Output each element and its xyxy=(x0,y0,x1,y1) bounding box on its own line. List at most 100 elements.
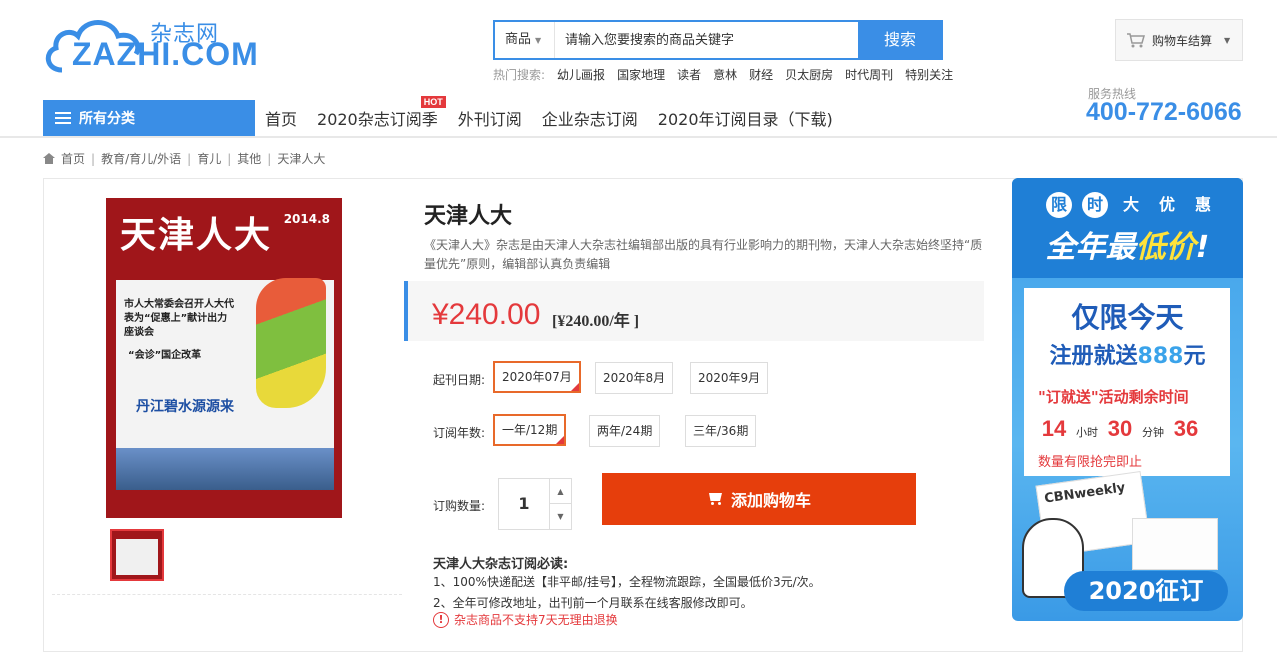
magazine-cover-image[interactable]: 天津人大 2014.8 市人大常委会召开人大代表为“促惠上”献计出力座谈会 “会… xyxy=(106,198,342,518)
cover-issue: 2014.8 xyxy=(283,212,330,226)
nav-item-2020-season[interactable]: 2020杂志订阅季 HOT xyxy=(307,96,448,130)
nav-item-home[interactable]: 首页 xyxy=(255,106,307,130)
banner-pill: 2020征订 xyxy=(1064,571,1228,611)
nav-item-foreign[interactable]: 外刊订阅 xyxy=(448,106,532,130)
line2-part: 元 xyxy=(1183,344,1206,369)
site-logo[interactable]: 杂志网 ZAZHI.COM xyxy=(42,14,258,76)
nav-item-catalog[interactable]: 2020年订阅目录（下载) xyxy=(648,106,843,130)
hot-label: 热门搜索: xyxy=(493,68,546,82)
years-option[interactable]: 三年/36期 xyxy=(685,415,757,447)
search-input[interactable] xyxy=(555,22,858,58)
headline-highlight: 低价 xyxy=(1135,230,1196,265)
banner-limited-note: 数量有限抢完即止 xyxy=(1038,455,1143,470)
product-title: 天津人大 xyxy=(424,204,513,229)
years-option[interactable]: 两年/24期 xyxy=(589,415,661,447)
main-nav: 首页 2020杂志订阅季 HOT 外刊订阅 企业杂志订阅 2020年订阅目录（下载… xyxy=(255,96,843,136)
add-to-cart-label: 添加购物车 xyxy=(730,491,811,510)
banner-char: 优 xyxy=(1158,195,1175,214)
logo-en: ZAZHI.COM xyxy=(72,36,259,72)
hot-link[interactable]: 读者 xyxy=(677,66,701,83)
banner-char: 惠 xyxy=(1194,195,1211,214)
all-categories-button[interactable]: 所有分类 xyxy=(43,100,255,136)
banner-char: 时 xyxy=(1082,192,1108,218)
cover-headline-1: 市人大常委会召开人大代表为“促惠上”献计出力座谈会 xyxy=(124,299,234,338)
price-unit: [¥240.00/年 ] xyxy=(552,313,640,330)
add-to-cart-button[interactable]: 添加购物车 xyxy=(602,473,916,525)
headline-part: 全年最 xyxy=(1045,230,1136,265)
thumbnail-inner xyxy=(116,539,158,575)
search-bar: 商品▼ 搜索 xyxy=(493,20,943,60)
nav-divider xyxy=(0,136,1277,138)
warning-icon: ! xyxy=(433,611,449,628)
nav-item-label: 2020杂志订阅季 xyxy=(317,110,438,129)
hours-unit: 小时 xyxy=(1076,426,1098,439)
quantity-label: 订购数量: xyxy=(433,499,486,513)
breadcrumb-separator: | xyxy=(227,151,232,166)
hot-link[interactable]: 财经 xyxy=(749,66,773,83)
quantity-stepper: 1 ▲ ▼ xyxy=(498,478,572,530)
hot-link[interactable]: 贝太厨房 xyxy=(785,66,833,83)
decrement-icon[interactable]: ▼ xyxy=(549,504,571,529)
start-date-option[interactable]: 2020年9月 xyxy=(690,362,769,394)
cover-thumbnail[interactable] xyxy=(110,529,164,581)
breadcrumb-item[interactable]: 育儿 xyxy=(197,150,221,167)
banner-headline: 全年最低价! xyxy=(1012,222,1243,266)
countdown-minutes: 30 xyxy=(1107,416,1133,441)
line2-part: 注册就送 xyxy=(1049,344,1138,369)
breadcrumb-item[interactable]: 其他 xyxy=(237,150,261,167)
countdown-hours: 14 xyxy=(1041,416,1067,441)
search-scope-select[interactable]: 商品 ▼ xyxy=(495,22,555,58)
nav-item-enterprise[interactable]: 企业杂志订阅 xyxy=(532,106,648,130)
cart-button[interactable]: 购物车结算 ▼ xyxy=(1115,19,1243,61)
start-date-label: 起刊日期: xyxy=(433,373,486,387)
hot-link[interactable]: 国家地理 xyxy=(617,66,665,83)
divider xyxy=(52,594,402,596)
return-warning: ! 杂志商品不支持7天无理由退换 xyxy=(433,611,618,628)
magazine-title: CBNweekly xyxy=(1043,480,1127,507)
hot-searches: 热门搜索: 幼儿画报 国家地理 读者 意林 财经 贝太厨房 时代周刊 特别关注 xyxy=(493,66,953,83)
chevron-down-icon: ▼ xyxy=(535,36,542,45)
countdown: 14 小时 30 分钟 36 xyxy=(1038,416,1202,442)
menu-icon xyxy=(55,112,71,124)
breadcrumb-item[interactable]: 教育/育儿/外语 xyxy=(101,150,181,167)
banner-char: 限 xyxy=(1046,192,1072,218)
hotline-number: 400-772-6066 xyxy=(1086,98,1242,126)
product-description: 《天津人大》杂志是由天津人大杂志社编辑部出版的具有行业影响力的期刊物，天津人大杂… xyxy=(424,238,983,271)
hot-link[interactable]: 时代周刊 xyxy=(845,66,893,83)
search-button[interactable]: 搜索 xyxy=(858,21,942,59)
hot-link[interactable]: 特别关注 xyxy=(905,66,953,83)
breadcrumb-item-current: 天津人大 xyxy=(277,152,326,166)
notice-title: 天津人大杂志订阅必读: xyxy=(433,557,569,572)
breadcrumb: 首页 | 教育/育儿/外语 | 育儿 | 其他 | 天津人大 xyxy=(43,150,325,167)
breadcrumb-separator: | xyxy=(187,151,192,166)
shopping-cart-icon xyxy=(1127,33,1145,48)
notice-line: 1、100%快递配送【非平邮/挂号】，全程物流跟踪，全国最低价3元/次。 xyxy=(433,575,821,589)
breadcrumb-item[interactable]: 首页 xyxy=(61,150,85,167)
home-icon xyxy=(43,153,55,164)
line2-highlight: 888 xyxy=(1137,344,1184,369)
notice-line: 2、全年可修改地址，出刊前一个月联系在线客服修改即可。 xyxy=(433,596,753,610)
hot-badge: HOT xyxy=(420,96,446,108)
cover-headline-3: 丹江碧水源源来 xyxy=(136,399,234,415)
banner-line2: 注册就送888元 xyxy=(1012,338,1243,370)
banner-magazine-2 xyxy=(1132,518,1218,570)
headline-part: ! xyxy=(1195,230,1210,265)
start-date-option[interactable]: 2020年07月 xyxy=(493,361,581,393)
warning-text: 杂志商品不支持7天无理由退换 xyxy=(454,613,618,627)
hot-link[interactable]: 意林 xyxy=(713,66,737,83)
banner-chars: 限 时 大 优 惠 xyxy=(1046,192,1216,218)
years-option[interactable]: 一年/12期 xyxy=(493,414,567,446)
cart-label: 购物车结算 xyxy=(1152,33,1213,48)
all-categories-label: 所有分类 xyxy=(79,111,135,127)
countdown-seconds: 36 xyxy=(1173,416,1199,441)
quantity-value[interactable]: 1 xyxy=(499,479,549,529)
cover-cityscape xyxy=(116,448,334,490)
cart-icon xyxy=(707,493,723,505)
banner-line1: 仅限今天 xyxy=(1071,301,1184,334)
banner-char: 大 xyxy=(1122,195,1139,214)
start-date-option[interactable]: 2020年8月 xyxy=(595,362,674,394)
promo-banner[interactable]: 限 时 大 优 惠 全年最低价! 仅限今天 注册就送888元 "订就送"活动剩余… xyxy=(1012,178,1243,621)
increment-icon[interactable]: ▲ xyxy=(549,479,571,504)
hot-link[interactable]: 幼儿画报 xyxy=(557,66,605,83)
search-scope-label: 商品 xyxy=(505,32,532,47)
